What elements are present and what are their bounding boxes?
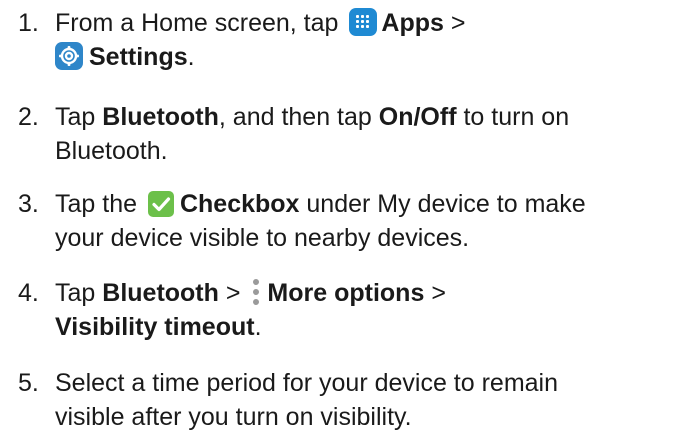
step-text: Select a time period for your device to … [55,366,667,434]
step-text-end: . [187,43,195,71]
bluetooth-label: Bluetooth [102,103,219,131]
visibility-timeout-label: Visibility timeout [55,313,255,341]
instruction-steps: 1. From a Home screen, tap Apps > Settin… [0,0,682,439]
step-text-segment: Tap the [55,190,138,218]
step-number: 4. [18,279,39,307]
separator: > [450,9,466,37]
on-off-label: On/Off [378,103,457,131]
step-text-segment: Tap [55,103,96,131]
step-number: 3. [18,190,39,218]
step-text-segment: under My device to make [306,190,586,218]
step-text-segment: From a Home screen, tap [55,9,339,37]
checkbox-icon [147,191,174,217]
step-text-segment: visible after you turn on visibility. [55,403,412,431]
step-number: 2. [18,103,39,131]
step-text: Tap Bluetooth, and then tap On/Off to tu… [55,100,667,168]
step-number: 1. [18,9,39,37]
more-options-label: More options [267,279,425,307]
separator: > [225,279,241,307]
step-text-segment: Tap [55,279,96,307]
step-text-segment: to turn on [463,103,570,131]
apps-icon [349,8,378,36]
step-text-end: . [254,313,262,341]
step-text: Tap Bluetooth > More options > Visibilit… [55,276,667,344]
separator: > [431,279,446,307]
step-text-segment: Select a time period for your device to … [55,369,559,397]
bluetooth-label: Bluetooth [102,279,219,307]
step-text-segment: your device visible to nearby devices. [55,224,470,252]
step-text: From a Home screen, tap Apps > Settings. [55,6,667,74]
step-number: 5. [18,369,39,397]
more-options-icon [249,277,263,307]
settings-icon [55,42,83,70]
step-text-segment: , and then tap [218,103,372,131]
checkbox-label: Checkbox [179,190,300,218]
step-text-segment: Bluetooth. [55,137,168,165]
settings-label: Settings [89,43,188,71]
step-text: Tap the Checkbox under My device to make… [55,187,667,255]
apps-label: Apps [381,9,444,37]
